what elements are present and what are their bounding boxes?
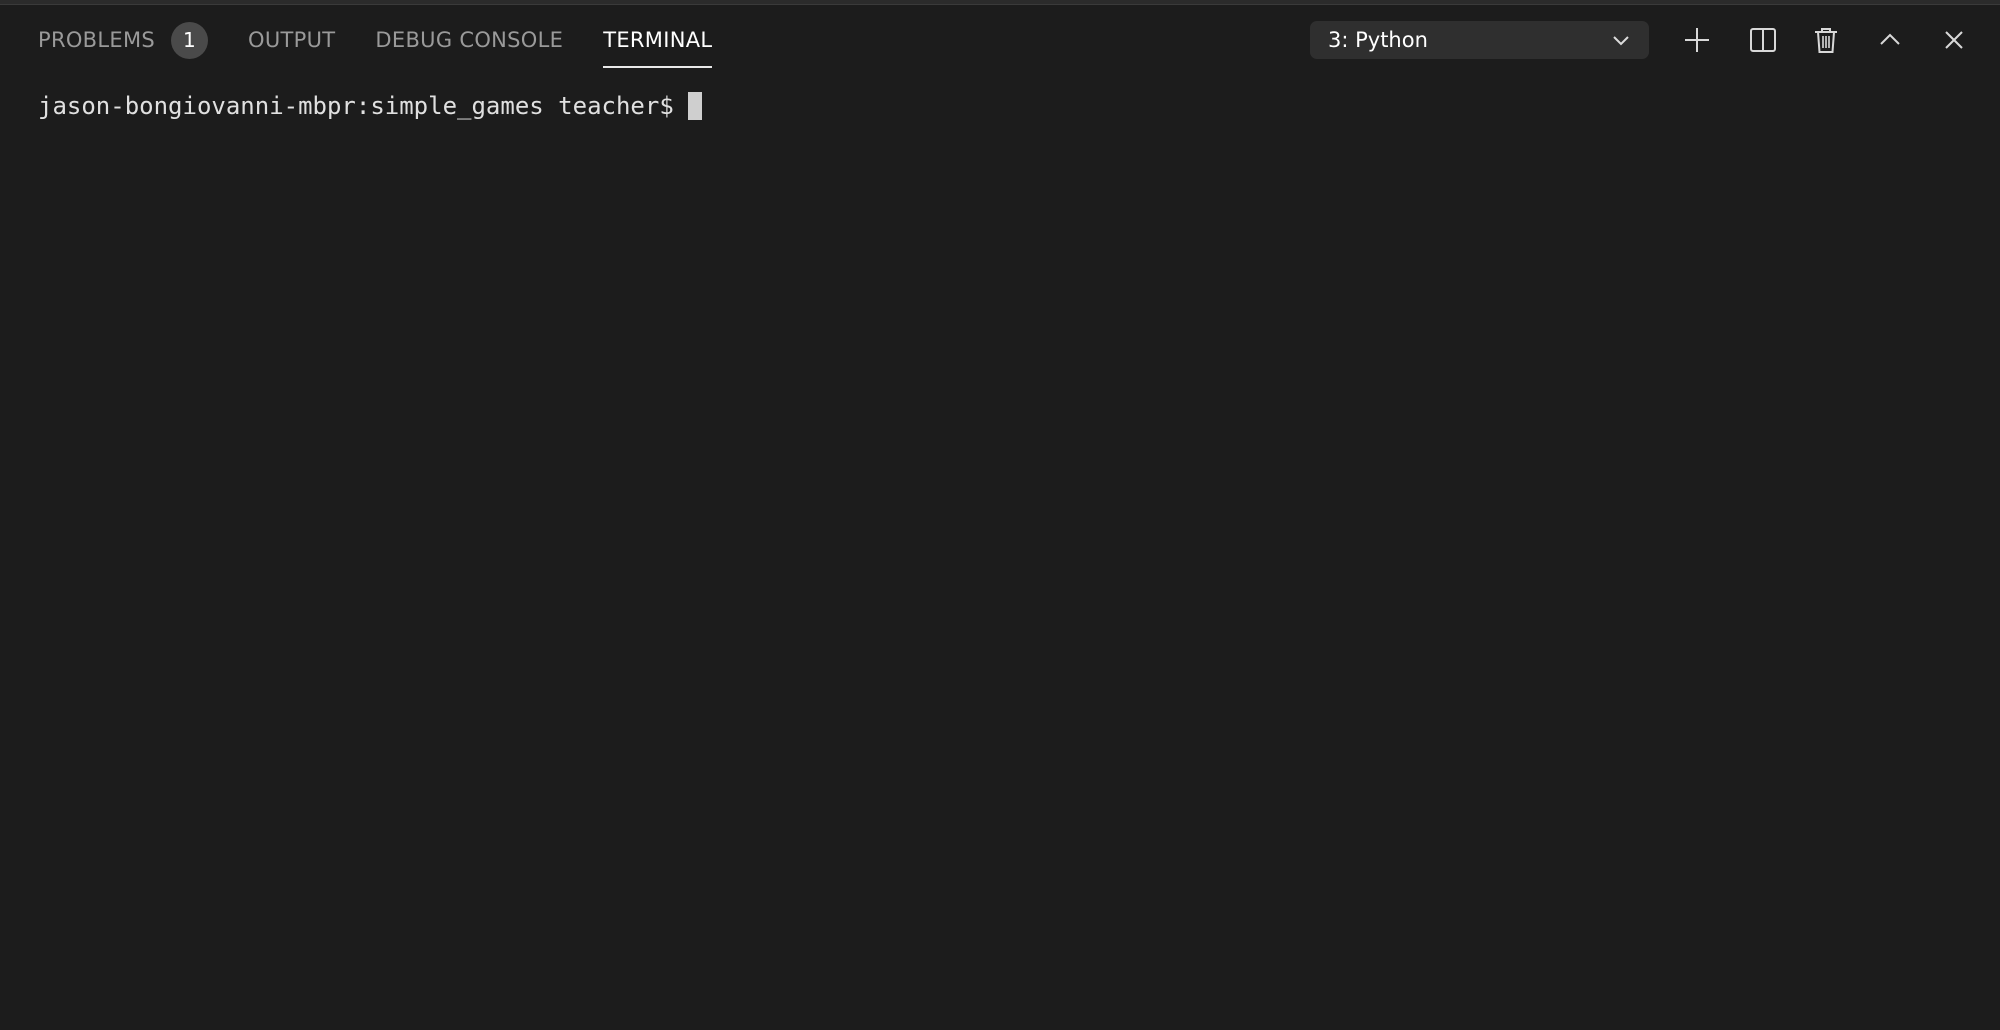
kill-terminal-button[interactable] (1808, 22, 1844, 58)
new-terminal-button[interactable] (1679, 22, 1715, 58)
split-terminal-button[interactable] (1745, 22, 1781, 58)
tab-debug-console[interactable]: DEBUG CONSOLE (375, 4, 563, 76)
close-panel-button[interactable] (1936, 22, 1972, 58)
split-icon (1750, 28, 1776, 52)
terminal-selector-dropdown[interactable]: 3: Python (1310, 21, 1649, 59)
panel-header: PROBLEMS 1 OUTPUT DEBUG CONSOLE TERMINAL… (0, 4, 2000, 76)
tab-problems[interactable]: PROBLEMS 1 (38, 4, 209, 76)
terminal-prompt-line: jason-bongiovanni-mbpr:simple_games teac… (38, 92, 702, 120)
chevron-up-icon (1880, 33, 1900, 45)
terminal-selector-value: 3: Python (1328, 28, 1428, 52)
plus-icon (1685, 28, 1709, 52)
problems-count-badge: 1 (171, 21, 209, 59)
trash-icon (1815, 28, 1837, 53)
tab-debug-console-label: DEBUG CONSOLE (375, 28, 564, 52)
tab-output[interactable]: OUTPUT (248, 4, 335, 76)
chevron-down-icon (1613, 36, 1629, 46)
terminal-output-area[interactable]: jason-bongiovanni-mbpr:simple_games teac… (0, 76, 2000, 1030)
tab-output-label: OUTPUT (248, 28, 336, 52)
tab-terminal[interactable]: TERMINAL (603, 4, 713, 76)
terminal-prompt: jason-bongiovanni-mbpr:simple_games teac… (38, 92, 674, 120)
tab-terminal-label: TERMINAL (603, 28, 713, 52)
close-icon (1945, 31, 1963, 49)
terminal-cursor (687, 92, 702, 120)
panel-tabs: PROBLEMS 1 OUTPUT DEBUG CONSOLE TERMINAL (38, 4, 752, 76)
tab-problems-label: PROBLEMS (38, 28, 156, 52)
maximize-panel-button[interactable] (1872, 22, 1908, 58)
